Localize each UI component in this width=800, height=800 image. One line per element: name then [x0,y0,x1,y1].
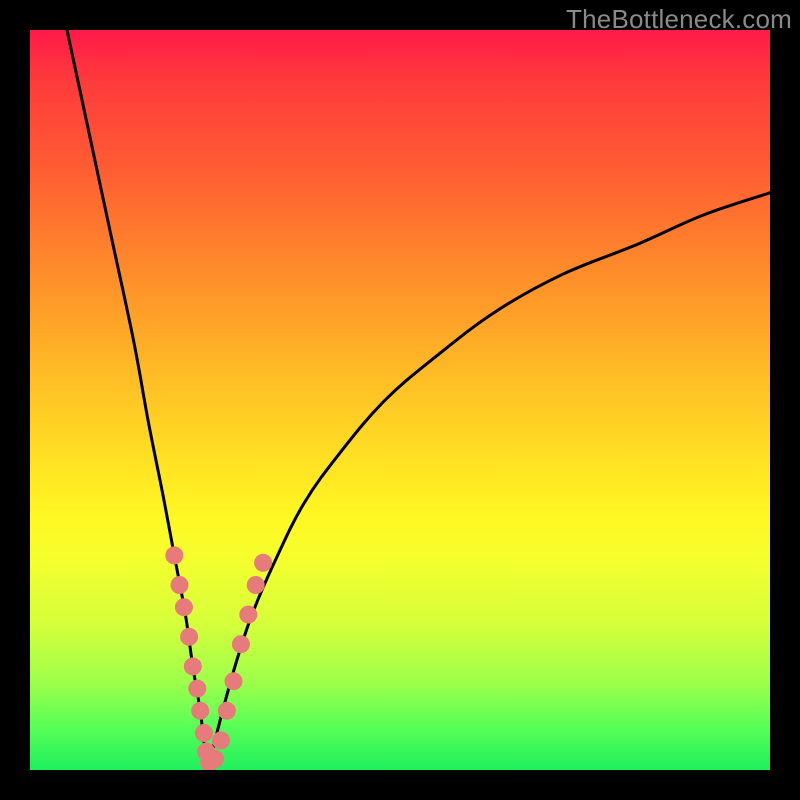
marker-point [218,702,236,720]
watermark-text: TheBottleneck.com [566,4,792,35]
marker-point [175,598,193,616]
marker-point [195,724,213,742]
marker-point [165,546,183,564]
marker-point [212,731,230,749]
marker-point [232,635,250,653]
curve-left-branch [67,30,208,770]
marker-point [191,702,209,720]
marker-point [247,576,265,594]
marker-point [180,628,198,646]
marker-point [239,606,257,624]
marker-point [254,554,272,572]
curve-layer [30,30,770,770]
marker-point [170,576,188,594]
plot-area [30,30,770,770]
marker-point [206,750,224,768]
marker-point [225,672,243,690]
chart-frame: TheBottleneck.com [0,0,800,800]
marker-point [188,680,206,698]
curve-right-branch [208,193,770,770]
marker-point [184,657,202,675]
